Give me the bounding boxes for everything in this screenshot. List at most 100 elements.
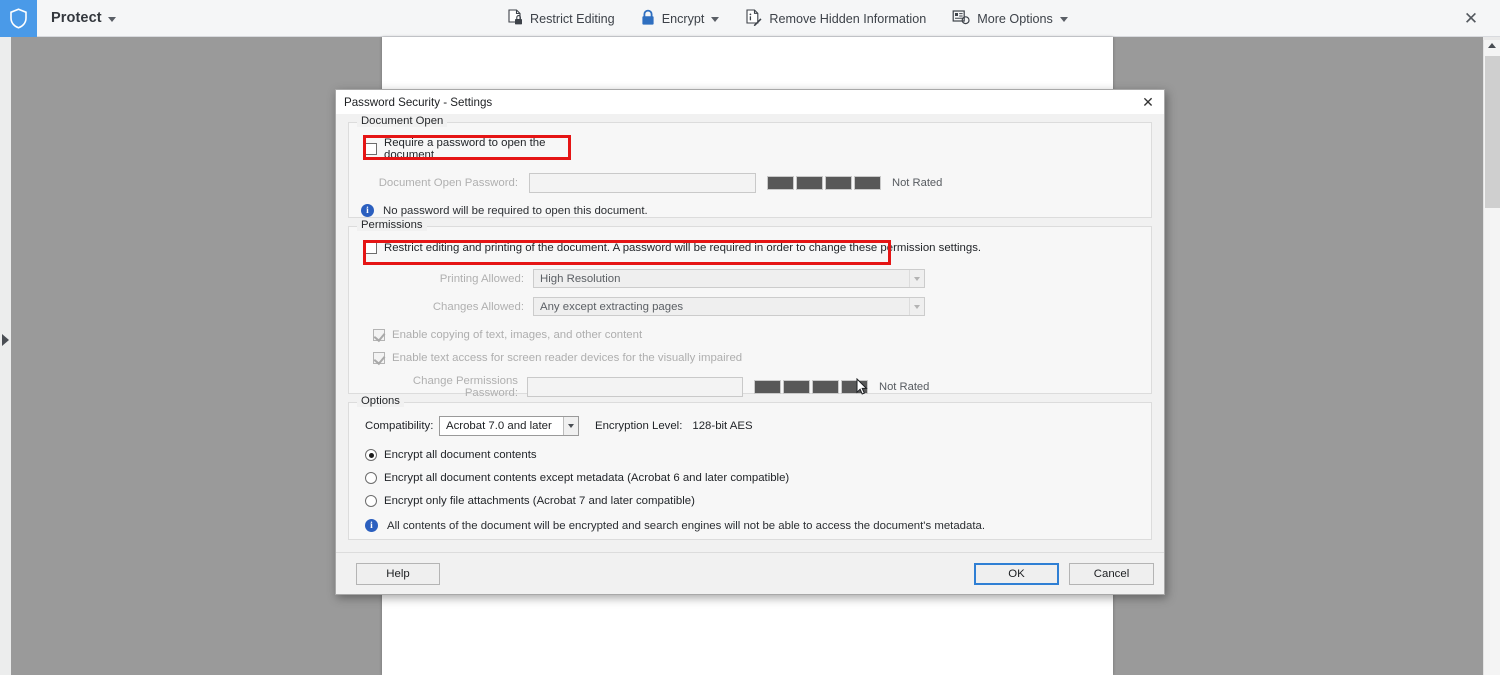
close-icon[interactable]: ✕: [1456, 0, 1486, 37]
printing-allowed-select[interactable]: High Resolution: [533, 269, 925, 288]
enable-copying-checkbox[interactable]: Enable copying of text, images, and othe…: [373, 329, 1139, 341]
checkbox-icon[interactable]: [373, 329, 385, 341]
info-icon: i: [365, 519, 378, 532]
password-strength-meter: [767, 176, 881, 190]
permissions-group: Permissions Restrict editing and printin…: [348, 219, 1152, 399]
restrict-editing-icon: [507, 8, 523, 29]
password-security-settings-dialog: Password Security - Settings ✕ Document …: [335, 89, 1165, 595]
chevron-down-icon[interactable]: [711, 17, 720, 22]
compatibility-value: Acrobat 7.0 and later: [446, 420, 552, 432]
restrict-editing-printing-checkbox[interactable]: Restrict editing and printing of the doc…: [361, 239, 1139, 257]
printing-allowed-label: Printing Allowed:: [439, 272, 524, 285]
enable-screen-reader-checkbox[interactable]: Enable text access for screen reader dev…: [373, 352, 1139, 364]
radio-icon[interactable]: [365, 449, 377, 461]
more-options-label: More Options: [977, 11, 1053, 26]
remove-hidden-information-icon: [745, 8, 762, 29]
enable-screen-reader-label: Enable text access for screen reader dev…: [392, 352, 743, 364]
changes-allowed-select[interactable]: Any except extracting pages: [533, 297, 925, 316]
printing-allowed-value: High Resolution: [540, 272, 621, 285]
changes-allowed-label: Changes Allowed:: [432, 300, 524, 313]
strength-segment: [796, 176, 823, 190]
encrypt-label: Encrypt: [661, 11, 705, 26]
enable-copying-label: Enable copying of text, images, and othe…: [392, 329, 643, 341]
scrollbar-thumb[interactable]: [1485, 56, 1500, 208]
more-options-button[interactable]: More Options: [950, 0, 1070, 37]
vertical-scrollbar[interactable]: [1483, 37, 1500, 675]
document-open-info-text: No password will be required to open thi…: [383, 204, 648, 217]
strength-segment: [825, 176, 852, 190]
radio-encrypt-attachments-only[interactable]: Encrypt only file attachments (Acrobat 7…: [365, 495, 1139, 507]
dialog-close-icon[interactable]: ✕: [1136, 91, 1160, 113]
remove-hidden-information-button[interactable]: Remove Hidden Information: [743, 0, 928, 37]
more-options-icon: [952, 9, 970, 28]
encryption-level-value: 128-bit AES: [692, 420, 753, 432]
dialog-body: Document Open Require a password to open…: [336, 114, 1164, 552]
expand-panel-arrow-icon[interactable]: [2, 334, 9, 346]
radio-encrypt-except-metadata[interactable]: Encrypt all document contents except met…: [365, 472, 1139, 484]
chevron-down-icon[interactable]: [909, 298, 924, 315]
change-permissions-password-input[interactable]: [527, 377, 743, 397]
ok-button[interactable]: OK: [974, 563, 1059, 585]
dialog-title: Password Security - Settings: [344, 95, 493, 109]
require-open-password-label: Require a password to open the document: [384, 137, 546, 161]
protect-tab[interactable]: Protect: [51, 10, 116, 26]
cancel-button[interactable]: Cancel: [1069, 563, 1154, 585]
radio-icon[interactable]: [365, 495, 377, 507]
document-open-password-label: Document Open Password:: [378, 177, 518, 189]
left-panel-rail[interactable]: [0, 37, 11, 675]
radio-encrypt-all-contents[interactable]: Encrypt all document contents: [365, 449, 1139, 461]
document-open-password-input[interactable]: [529, 173, 756, 193]
lock-icon: [641, 9, 655, 29]
radio-encrypt-attachments-only-label: Encrypt only file attachments (Acrobat 7…: [384, 495, 695, 507]
chevron-down-icon: [107, 16, 116, 22]
strength-segment: [767, 176, 794, 190]
encryption-level-label: Encryption Level:: [595, 420, 683, 432]
options-info: i All contents of the document will be e…: [365, 519, 1139, 532]
strength-segment: [783, 380, 810, 394]
remove-hidden-information-label: Remove Hidden Information: [769, 11, 927, 26]
strength-segment: [754, 380, 781, 394]
document-open-group: Document Open Require a password to open…: [348, 115, 1152, 218]
strength-segment: [841, 380, 868, 394]
strength-segment: [812, 380, 839, 394]
shield-icon: [0, 0, 37, 37]
permissions-password-strength-text: Not Rated: [879, 381, 930, 393]
document-open-legend: Document Open: [357, 115, 448, 127]
permissions-legend: Permissions: [357, 219, 427, 231]
radio-icon[interactable]: [365, 472, 377, 484]
compatibility-label: Compatibility:: [365, 420, 434, 432]
checkbox-icon[interactable]: [365, 143, 377, 155]
protect-tab-label: Protect: [51, 10, 102, 26]
strength-segment: [854, 176, 881, 190]
chevron-down-icon[interactable]: [909, 270, 924, 287]
encrypt-button[interactable]: Encrypt: [639, 0, 722, 37]
checkbox-icon[interactable]: [365, 242, 377, 254]
password-strength-text: Not Rated: [892, 177, 943, 189]
application-window: Protect Restrict Editing Encrypt Remove …: [0, 0, 1500, 675]
printing-allowed-row: Printing Allowed: High Resolution: [361, 269, 1139, 288]
chevron-down-icon[interactable]: [563, 417, 578, 435]
help-button[interactable]: Help: [356, 563, 440, 585]
dialog-footer: Help OK Cancel: [336, 552, 1164, 594]
document-canvas: Password Security - Settings ✕ Document …: [0, 37, 1500, 675]
changes-allowed-value: Any except extracting pages: [540, 300, 684, 313]
radio-encrypt-except-metadata-label: Encrypt all document contents except met…: [384, 472, 790, 484]
document-open-info: i No password will be required to open t…: [361, 204, 1139, 217]
options-legend: Options: [357, 395, 404, 407]
checkbox-icon[interactable]: [373, 352, 385, 364]
restrict-editing-button[interactable]: Restrict Editing: [505, 0, 617, 37]
chevron-down-icon[interactable]: [1059, 17, 1068, 22]
toolbar-actions: Restrict Editing Encrypt Remove Hidden I…: [505, 0, 1070, 37]
compatibility-row: Compatibility: Acrobat 7.0 and later Enc…: [365, 416, 1139, 436]
document-open-password-row: Document Open Password: Not Rated: [361, 173, 1139, 193]
compatibility-select[interactable]: Acrobat 7.0 and later: [439, 416, 579, 436]
scroll-up-arrow-icon[interactable]: [1484, 37, 1500, 54]
radio-encrypt-all-contents-label: Encrypt all document contents: [384, 449, 537, 461]
options-group: Options Compatibility: Acrobat 7.0 and l…: [348, 395, 1152, 540]
restrict-editing-printing-label: Restrict editing and printing of the doc…: [384, 242, 982, 254]
restrict-editing-label: Restrict Editing: [530, 11, 615, 26]
dialog-titlebar: Password Security - Settings ✕: [336, 90, 1164, 114]
permissions-password-strength-meter: [754, 380, 868, 394]
require-open-password-checkbox[interactable]: Require a password to open the document: [361, 134, 561, 164]
options-info-text: All contents of the document will be enc…: [387, 519, 986, 532]
